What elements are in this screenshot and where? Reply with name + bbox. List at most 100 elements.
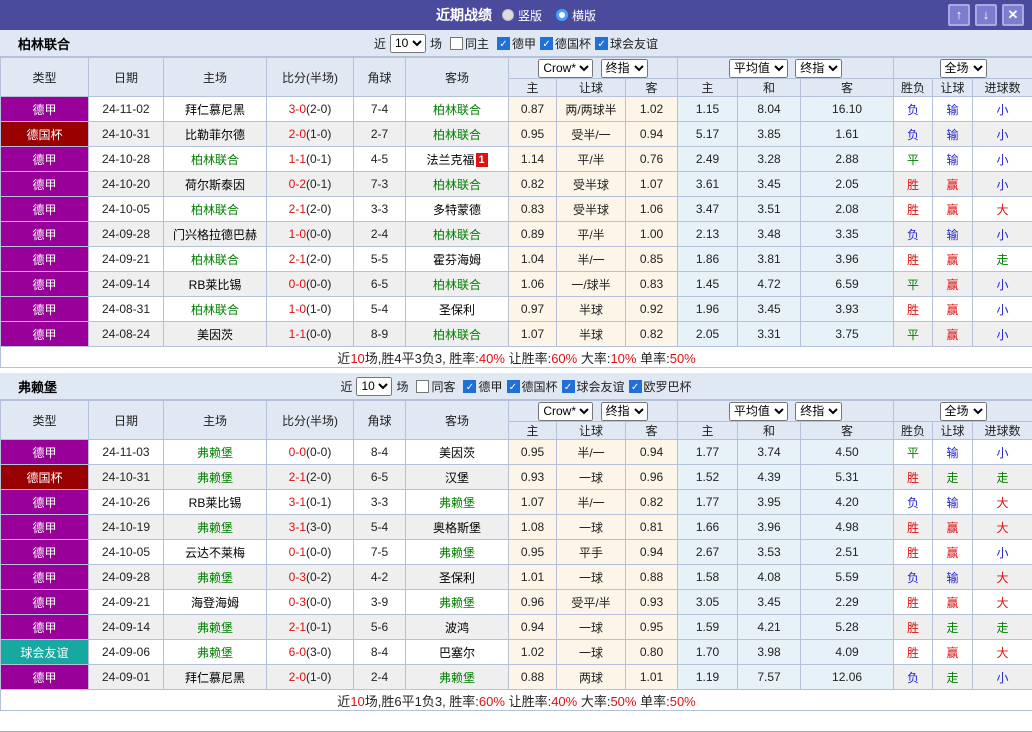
move-up-button[interactable]: ↑ (948, 4, 970, 26)
match-count-select[interactable]: 10 (356, 376, 393, 396)
summary-line: 近10场,胜4平3负3, 胜率:40% 让胜率:60% 大率:10% 单率:50… (0, 346, 1032, 368)
competition-filter[interactable]: ✓ 德甲 (497, 35, 536, 52)
match-count-select[interactable]: 10 (389, 33, 426, 53)
handicap-away-odds: 0.94 (624, 539, 679, 565)
corner-score: 5-4 (353, 514, 406, 540)
avg-time-select[interactable]: 终指 (795, 401, 843, 421)
home-team-link[interactable]: RB莱比锡 (189, 278, 242, 292)
away-team-link[interactable]: 柏林联合 (433, 228, 481, 242)
competition-filter[interactable]: ✓ 欧罗巴杯 (628, 378, 692, 395)
avg-draw-odds: 4.08 (737, 564, 802, 590)
halftime-score: (0-2) (306, 570, 332, 584)
odds-time-select[interactable]: 终指 (600, 401, 648, 421)
home-team-link[interactable]: 柏林联合 (191, 203, 239, 217)
home-team-link[interactable]: 弗赖堡 (197, 521, 233, 535)
away-team-link[interactable]: 美因茨 (439, 446, 475, 460)
home-team-link[interactable]: 柏林联合 (191, 153, 239, 167)
competition-filter[interactable]: ✓ 德国杯 (506, 378, 558, 395)
home-team-link[interactable]: 柏林联合 (191, 303, 239, 317)
away-team-link[interactable]: 柏林联合 (433, 328, 481, 342)
home-team-link[interactable]: 云达不莱梅 (185, 546, 245, 560)
corner-score: 8-4 (353, 439, 406, 465)
home-team-link[interactable]: RB莱比锡 (189, 496, 242, 510)
home-team-link[interactable]: 柏林联合 (191, 253, 239, 267)
match-row: 德甲 24-08-24 美因茨 1-1(0-0) 8-9 柏林联合 1.07 半… (0, 321, 1032, 347)
competition-filter[interactable]: ✓ 球会友谊 (561, 378, 625, 395)
result-handicap: 输 (932, 489, 974, 515)
scope-select[interactable]: 全场 (939, 58, 987, 78)
avg-source-select[interactable]: 平均值 (728, 401, 788, 421)
away-team-link[interactable]: 汉堡 (445, 471, 469, 485)
away-team-link[interactable]: 巴塞尔 (439, 646, 475, 660)
fulltime-score: 1-1 (288, 152, 306, 166)
away-team-link[interactable]: 柏林联合 (433, 128, 481, 142)
avg-draw-odds: 3.48 (737, 221, 802, 247)
competition-filter[interactable]: ✓ 德甲 (463, 378, 503, 395)
odds-source-select[interactable]: Crow* (538, 58, 594, 78)
match-row: 德国杯 24-10-31 弗赖堡 2-1(2-0) 6-5 汉堡 0.93 一球… (0, 464, 1032, 490)
team-section-union-berlin: 柏林联合 近 10 场 同主 ✓ 德甲 ✓ 德国杯 ✓ 球会友谊 类型 日期 主… (0, 30, 1032, 368)
home-team-link[interactable]: 弗赖堡 (197, 471, 233, 485)
radio-horizontal-layout[interactable]: 横版 (556, 7, 596, 24)
results-table: 类型 日期 主场 比分(半场) 角球 客场 Crow* 终指 平均值 终指 全场… (0, 400, 1032, 711)
away-team-link[interactable]: 弗赖堡 (439, 546, 475, 560)
corner-score: 3-9 (353, 589, 406, 615)
away-team-link[interactable]: 法兰克福 (426, 153, 474, 167)
score-cell: 1-1(0-0) (266, 321, 354, 347)
home-team-link[interactable]: 海登海姆 (191, 596, 239, 610)
away-team-link[interactable]: 霍芬海姆 (433, 253, 481, 267)
away-team-link[interactable]: 柏林联合 (433, 103, 481, 117)
home-team-link[interactable]: 弗赖堡 (197, 621, 233, 635)
home-team-link[interactable]: 弗赖堡 (197, 571, 233, 585)
scope-select[interactable]: 全场 (939, 401, 987, 421)
col-odds-home: 主 (508, 421, 557, 440)
home-team-cell: 弗赖堡 (163, 564, 267, 590)
away-team-link[interactable]: 多特蒙德 (433, 203, 481, 217)
competition-filter[interactable]: ✓ 球会友谊 (595, 35, 658, 52)
result-handicap: 输 (932, 439, 974, 465)
corner-score: 6-5 (353, 464, 406, 490)
away-team-link[interactable]: 弗赖堡 (439, 496, 475, 510)
handicap-home-odds: 0.97 (508, 296, 557, 322)
away-team-cell: 弗赖堡 (405, 539, 509, 565)
handicap-home-odds: 1.14 (508, 146, 557, 172)
move-down-button[interactable]: ↓ (975, 4, 997, 26)
result-goals: 小 (972, 271, 1032, 297)
close-button[interactable]: ✕ (1002, 4, 1024, 26)
home-team-link[interactable]: 门兴格拉德巴赫 (173, 228, 257, 242)
handicap-away-odds: 1.01 (624, 664, 679, 690)
away-team-link[interactable]: 柏林联合 (433, 278, 481, 292)
handicap-line: 受平/半 (556, 589, 626, 615)
away-team-link[interactable]: 圣保利 (439, 303, 475, 317)
away-team-link[interactable]: 波鸿 (445, 621, 469, 635)
same-venue-filter[interactable]: 同客 (416, 378, 455, 395)
home-team-link[interactable]: 弗赖堡 (197, 446, 233, 460)
away-team-link[interactable]: 柏林联合 (433, 178, 481, 192)
avg-source-select[interactable]: 平均值 (728, 58, 788, 78)
home-team-link[interactable]: 比勒菲尔德 (185, 128, 245, 142)
result-winloss: 胜 (893, 246, 934, 272)
home-team-link[interactable]: 弗赖堡 (197, 646, 233, 660)
home-team-link[interactable]: 拜仁慕尼黑 (185, 671, 245, 685)
summary-part: 场,胜4平3负3, 胜率: (364, 350, 479, 366)
same-venue-filter[interactable]: 同主 (449, 35, 489, 52)
average-odds-group: 平均值 终指 (677, 57, 895, 79)
away-team-link[interactable]: 弗赖堡 (439, 671, 475, 685)
avg-time-select[interactable]: 终指 (795, 58, 843, 78)
home-team-link[interactable]: 荷尔斯泰因 (185, 178, 245, 192)
competition-filter[interactable]: ✓ 德国杯 (540, 35, 591, 52)
home-team-link[interactable]: 美因茨 (197, 328, 233, 342)
away-team-link[interactable]: 圣保利 (439, 571, 475, 585)
home-team-link[interactable]: 拜仁慕尼黑 (185, 103, 245, 117)
away-team-link[interactable]: 奥格斯堡 (433, 521, 481, 535)
avg-draw-odds: 3.98 (737, 639, 802, 665)
result-handicap: 走 (932, 464, 974, 490)
home-team-cell: 弗赖堡 (163, 614, 267, 640)
result-winloss: 胜 (893, 614, 934, 640)
section-header: 弗赖堡 近 10 场 同客 ✓ 德甲 ✓ 德国杯 ✓ 球会友谊 ✓ 欧罗巴杯 (0, 373, 1032, 400)
away-team-link[interactable]: 弗赖堡 (439, 596, 475, 610)
odds-time-select[interactable]: 终指 (600, 58, 648, 78)
radio-vertical-layout[interactable]: 竖版 (501, 7, 542, 24)
result-handicap: 赢 (932, 514, 974, 540)
odds-source-select[interactable]: Crow* (538, 401, 594, 421)
